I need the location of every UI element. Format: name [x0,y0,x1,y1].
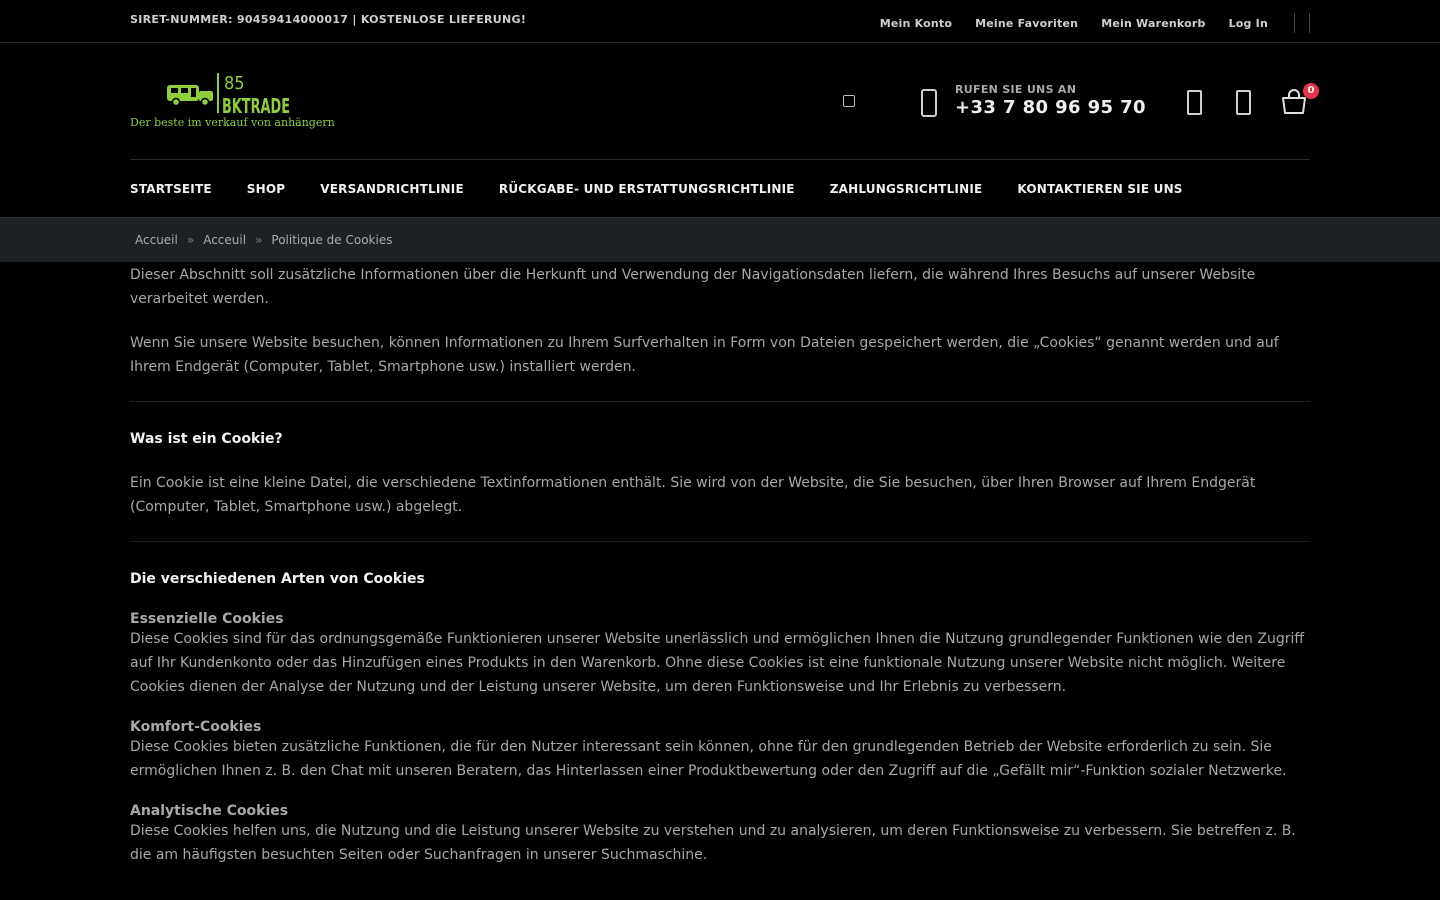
top-bar: SIRET-NUMMER: 90459414000017 | KOSTENLOS… [0,0,1440,43]
breadcrumb-item[interactable]: Accueil [135,233,178,247]
logo-brand: BKTRADE [222,94,290,116]
divider [1309,13,1310,33]
phone-label: RUFEN SIE UNS AN [955,83,1077,96]
section-paragraph: Ein Cookie ist eine kleine Datei, die ve… [130,475,1256,515]
nav-item-contact[interactable]: KONTAKTIEREN SIE UNS [1017,182,1182,196]
subsection-paragraph: Diese Cookies sind für das ordnungsgemäß… [130,631,1304,695]
divider [1294,13,1295,33]
section-heading: Die verschiedenen Arten von Cookies [130,571,425,587]
heart-icon[interactable] [1236,90,1251,115]
main-nav: STARTSEITE SHOP VERSANDRICHTLINIE RÜCKGA… [130,159,1310,217]
subsection-paragraph: Diese Cookies bieten zusätzliche Funktio… [130,739,1287,779]
site-header: 85 BKTRADE Der beste im verkauf von anhä… [0,43,1440,159]
phone-number[interactable]: +33 7 80 96 95 70 [955,97,1146,118]
nav-item-payment[interactable]: ZAHLUNGSRICHTLINIE [830,182,983,196]
breadcrumb: Accueil » Acceuil » Politique de Cookies [0,217,1440,262]
link-favorites[interactable]: Meine Favoriten [975,17,1078,30]
page-content: Dieser Abschnitt soll zusätzliche Inform… [0,263,1440,867]
nav-item-shop[interactable]: SHOP [247,182,285,196]
section-heading: Was ist ein Cookie? [130,431,283,447]
link-login[interactable]: Log In [1229,17,1268,30]
logo-tagline: Der beste im verkauf von anhängern [130,116,335,129]
nav-item-shipping[interactable]: VERSANDRICHTLINIE [320,182,464,196]
phone-icon [921,89,937,117]
breadcrumb-separator: » [186,233,195,247]
top-links: Mein Konto Meine Favoriten Mein Warenkor… [857,13,1310,33]
link-cart[interactable]: Mein Warenkorb [1101,17,1205,30]
divider [130,401,1310,402]
trailer-logo-icon: 85 BKTRADE [167,73,290,118]
phone-contact[interactable]: RUFEN SIE UNS AN +33 7 80 96 95 70 [955,83,1146,118]
nav-item-returns[interactable]: RÜCKGABE- UND ERSTATTUNGSRICHTLINIE [499,182,795,196]
search-icon[interactable] [843,95,855,107]
breadcrumb-item[interactable]: Acceuil [203,233,246,247]
user-icon[interactable] [1187,90,1202,115]
intro-paragraph: Dieser Abschnitt soll zusätzliche Inform… [130,267,1256,307]
site-logo[interactable]: 85 BKTRADE Der beste im verkauf von anhä… [130,71,335,133]
nav-item-home[interactable]: STARTSEITE [130,182,212,196]
subsection-title: Essenzielle Cookies [130,611,284,627]
subsection-title: Komfort-Cookies [130,719,262,735]
breadcrumb-current: Politique de Cookies [271,233,393,247]
top-notice: SIRET-NUMMER: 90459414000017 | KOSTENLOS… [130,13,527,26]
logo-number: 85 [224,73,245,94]
divider [130,541,1310,542]
cart-button[interactable]: 0 [1281,83,1319,115]
breadcrumb-separator: » [255,233,263,247]
intro-paragraph: Wenn Sie unsere Website besuchen, können… [130,335,1279,375]
subsection-paragraph: Diese Cookies helfen uns, die Nutzung un… [130,823,1296,863]
subsection-title: Analytische Cookies [130,803,289,819]
cart-count-badge: 0 [1303,83,1319,99]
link-my-account[interactable]: Mein Konto [880,17,952,30]
